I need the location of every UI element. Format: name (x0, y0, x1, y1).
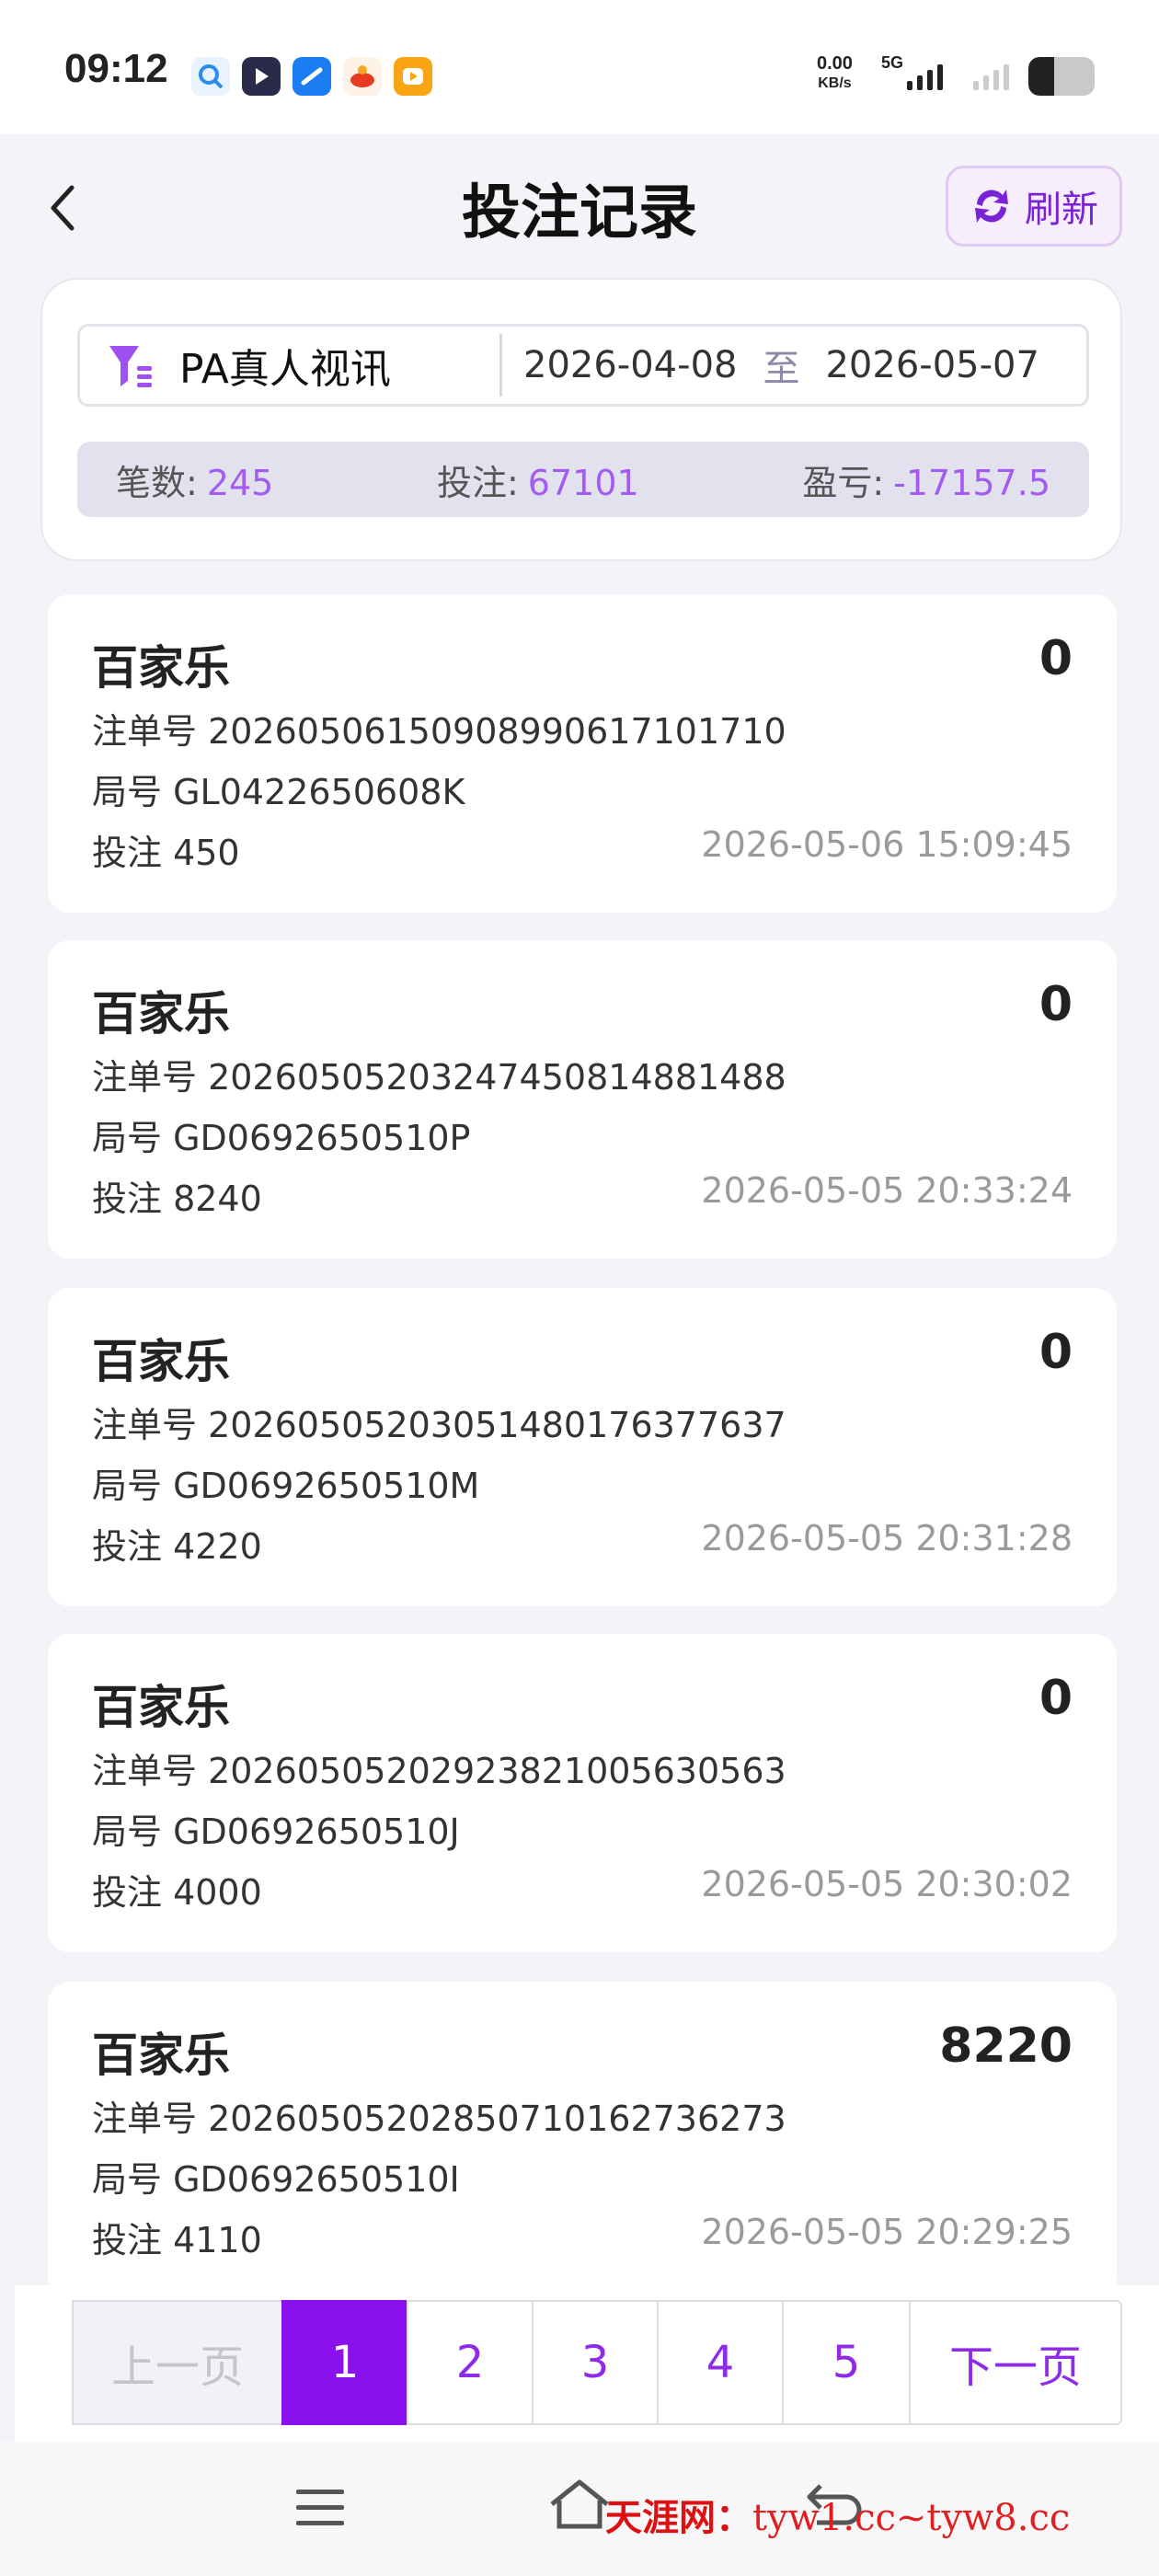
record-order-number: 注单号 20260506150908990617101710 (92, 711, 786, 752)
record-order-number: 注单号 20260505203051480176377637 (92, 1405, 786, 1445)
record-bet-amount: 投注 450 (92, 833, 240, 873)
shop-app-icon (343, 57, 382, 96)
bet-record-card[interactable]: 百家乐 8220 注单号 20260505202850710162736273 … (48, 1982, 1117, 2300)
refresh-button[interactable]: 刷新 (946, 166, 1122, 247)
next-page-button[interactable]: 下一页 (909, 2300, 1122, 2425)
menu-icon[interactable] (294, 2486, 346, 2530)
bet-record-card[interactable]: 百家乐 0 注单号 20260505203051480176377637 局号 … (48, 1288, 1117, 1606)
date-separator: 至 (763, 348, 800, 390)
summary-profit-label: 盈亏: (802, 462, 885, 503)
summary-profit-value: -17157.5 (893, 462, 1050, 503)
record-round-number: 局号 GD0692650510J (92, 1811, 460, 1852)
record-result: 0 (1039, 1671, 1073, 1726)
refresh-label: 刷新 (1025, 189, 1098, 231)
battery-icon (1028, 57, 1095, 96)
date-from[interactable]: 2026-04-08 (523, 344, 737, 386)
home-icon[interactable] (548, 2477, 611, 2532)
record-bet-amount: 投注 8240 (92, 1179, 262, 1219)
net-speed-unit: KB/s (818, 75, 852, 91)
page-button-1[interactable]: 1 (281, 2300, 408, 2425)
record-round-number: 局号 GL0422650608K (92, 772, 465, 812)
page-button-2[interactable]: 2 (407, 2300, 534, 2425)
record-time: 2026-05-05 20:31:28 (701, 1518, 1073, 1558)
summary-bet-value: 67101 (527, 462, 639, 503)
record-result: 0 (1039, 631, 1073, 686)
watermark-url: tyw1.cc~tyw8.cc (752, 2497, 1071, 2539)
refresh-icon (975, 190, 1008, 223)
page-button-4[interactable]: 4 (657, 2300, 784, 2425)
watermark-site: 天涯网： (605, 2496, 752, 2539)
record-bet-amount: 投注 4000 (92, 1872, 262, 1913)
record-game: 百家乐 (92, 1681, 230, 1734)
summary-profit: 盈亏: -17157.5 (802, 454, 1050, 505)
summary-count: 笔数: 245 (116, 454, 273, 505)
net-speed-value: 0.00 (817, 53, 853, 74)
record-order-number: 注单号 20260505203247450814881488 (92, 1057, 786, 1098)
record-game: 百家乐 (92, 987, 230, 1041)
bet-record-card[interactable]: 百家乐 0 注单号 20260505202923821005630563 局号 … (48, 1634, 1117, 1952)
filter-divider (499, 334, 502, 397)
signal-strength-secondary-icon (973, 64, 1009, 90)
record-round-number: 局号 GD0692650510P (92, 1118, 471, 1158)
record-order-number: 注单号 20260505202923821005630563 (92, 1751, 786, 1791)
record-bet-amount: 投注 4110 (92, 2220, 262, 2260)
date-range-picker[interactable]: 2026-04-08 至 2026-05-07 (523, 327, 1039, 404)
filter-icon (109, 346, 152, 387)
record-result: 8220 (939, 2018, 1073, 2074)
summary-bar: 笔数: 245 投注: 67101 盈亏: -17157.5 (77, 442, 1089, 517)
page-button-5[interactable]: 5 (782, 2300, 911, 2425)
status-bar: 09:12 0.00 KB/s 5G (0, 0, 1159, 134)
record-game: 百家乐 (92, 641, 230, 695)
network-speed: 0.00 KB/s (817, 53, 853, 94)
record-game: 百家乐 (92, 1335, 230, 1388)
tv-app-icon (394, 57, 432, 96)
record-time: 2026-05-05 20:30:02 (701, 1864, 1073, 1904)
signal-strength-icon (907, 64, 943, 90)
search-app-icon (191, 57, 230, 96)
watermark-text: 天涯网：tyw1.cc~tyw8.cc (605, 2488, 1070, 2541)
summary-bet-label: 投注: (436, 462, 519, 503)
filter-bar: PA真人视讯 2026-04-08 至 2026-05-07 (77, 324, 1089, 407)
venue-selector[interactable]: PA真人视讯 (106, 327, 391, 404)
summary-count-label: 笔数: (116, 462, 198, 503)
video-app-icon (242, 57, 281, 96)
record-result: 0 (1039, 1325, 1073, 1380)
prev-page-button[interactable]: 上一页 (72, 2300, 283, 2425)
browser-app-icon (293, 57, 331, 96)
record-result: 0 (1039, 977, 1073, 1032)
bet-record-card[interactable]: 百家乐 0 注单号 20260506150908990617101710 局号 … (48, 594, 1117, 913)
record-game: 百家乐 (92, 2029, 230, 2082)
venue-label: PA真人视讯 (179, 346, 391, 393)
record-round-number: 局号 GD0692650510I (92, 2159, 460, 2200)
record-time: 2026-05-05 20:33:24 (701, 1170, 1073, 1211)
page-button-3[interactable]: 3 (532, 2300, 659, 2425)
record-time: 2026-05-06 15:09:45 (701, 824, 1073, 865)
summary-bet: 投注: 67101 (437, 454, 639, 505)
record-time: 2026-05-05 20:29:25 (701, 2212, 1073, 2252)
network-type-label: 5G (881, 53, 904, 72)
date-to[interactable]: 2026-05-07 (825, 344, 1039, 386)
status-time: 09:12 (64, 46, 168, 91)
record-round-number: 局号 GD0692650510M (92, 1466, 480, 1506)
filter-card: PA真人视讯 2026-04-08 至 2026-05-07 笔数: 245 投注… (40, 278, 1122, 561)
record-order-number: 注单号 20260505202850710162736273 (92, 2099, 786, 2139)
record-bet-amount: 投注 4220 (92, 1526, 262, 1567)
summary-count-value: 245 (206, 462, 274, 503)
bet-record-card[interactable]: 百家乐 0 注单号 20260505203247450814881488 局号 … (48, 940, 1117, 1259)
